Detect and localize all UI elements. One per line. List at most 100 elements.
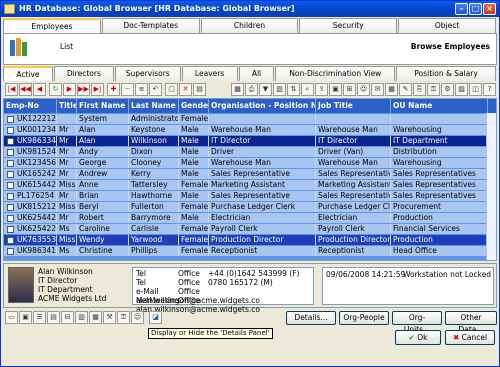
col-last-name[interactable]: Last Name (129, 99, 179, 113)
print-icon[interactable]: ⎙ (245, 83, 258, 96)
key-icon[interactable]: ⚿ (117, 311, 130, 324)
cancel-edit-icon[interactable]: ↶ (149, 83, 162, 96)
row-checkbox[interactable] (7, 182, 14, 189)
details-button[interactable]: Details... (286, 311, 336, 325)
grid-icon[interactable]: ▦ (231, 83, 244, 96)
org-units-button[interactable]: Org-Units... (392, 311, 442, 334)
table-row[interactable]: UK123456 Mr George Clooney Male Warehouse Man… (4, 158, 496, 168)
tab-doc-templates[interactable]: Doc-Templates (101, 18, 200, 33)
col-org-position[interactable]: Organisation - Position Name (209, 99, 316, 113)
row-checkbox[interactable] (7, 127, 14, 134)
insert-icon[interactable]: ✚ (107, 83, 120, 96)
view-icon[interactable]: ◫ (469, 83, 482, 96)
tab-security[interactable]: Security (299, 18, 398, 33)
contact-list[interactable]: Tel Office +44 (0)1642 543999 (F) Tel Offic… (132, 267, 314, 314)
row-checkbox[interactable] (7, 116, 14, 123)
close-button[interactable]: × (483, 3, 496, 15)
table-row[interactable]: UK986334 Mr Alan Wilkinson Male IT Director IT… (4, 136, 496, 146)
col-title[interactable]: Title (57, 99, 77, 113)
copy-icon[interactable]: ▤ (193, 83, 206, 96)
people-icon[interactable]: ☺ (357, 83, 370, 96)
export-icon[interactable]: ⇪ (315, 83, 328, 96)
prev-page-icon[interactable]: ◀◀ (19, 83, 32, 96)
org-people-button[interactable]: Org-People (339, 311, 389, 325)
table-row[interactable]: UK763553 Miss Wendy Yarwood Female Production… (4, 235, 496, 245)
find-icon[interactable]: ⌕ (301, 83, 314, 96)
maximize-button[interactable]: □ (469, 3, 482, 15)
org-chart-icon[interactable]: ⊞ (343, 83, 356, 96)
user-icon[interactable]: ☺ (131, 311, 144, 324)
last-record-icon[interactable]: ▶| (91, 83, 104, 96)
row-checkbox[interactable] (7, 138, 14, 145)
list-icon[interactable]: ☰ (33, 311, 46, 324)
table-row[interactable]: UK165242 Mr Andrew Kerry Male Sales Represent… (4, 169, 496, 179)
tab-all[interactable]: All (238, 66, 275, 81)
minimize-button[interactable]: – (455, 3, 468, 15)
table-row[interactable]: UK001234 Mr Alan Keystone Male Warehouse Man W… (4, 125, 496, 135)
toggle-details-icon[interactable]: ▭ (5, 311, 18, 324)
help-icon[interactable]: ? (483, 83, 496, 96)
settings-icon[interactable]: ⚙ (441, 83, 454, 96)
row-checkbox[interactable] (7, 171, 14, 178)
tree-icon[interactable]: ⊟ (61, 311, 74, 324)
first-record-icon[interactable]: |◀ (5, 83, 18, 96)
table-row[interactable]: UK981524 Mr Andy Dixon Male Driver Driver (Van… (4, 147, 496, 157)
tab-supervisors[interactable]: Supervisors (114, 66, 181, 81)
table-row[interactable]: PL176254 Mr Brian Hawthorne Male Sales Repres… (4, 191, 496, 201)
col-gender[interactable]: Gender (179, 99, 209, 113)
notes-icon[interactable]: ✎ (399, 83, 412, 96)
table-row[interactable]: UK122212 System Administrator Female (4, 114, 496, 124)
col-job-title[interactable]: Job Title (316, 99, 391, 113)
new-doc-icon[interactable]: ▢ (165, 83, 178, 96)
sort-icon[interactable]: ⇅ (287, 83, 300, 96)
panel-icon[interactable]: ▣ (19, 311, 32, 324)
columns-icon[interactable]: ▥ (273, 83, 286, 96)
delete-doc-icon[interactable]: ✕ (179, 83, 192, 96)
tools-icon[interactable]: ⚒ (103, 311, 116, 324)
layout-icon[interactable]: ▨ (455, 83, 468, 96)
row-checkbox[interactable] (7, 215, 14, 222)
lock-icon[interactable]: ⚿ (427, 83, 440, 96)
filter-icon[interactable]: ▼ (259, 83, 272, 96)
chart-icon[interactable]: ▥ (75, 311, 88, 324)
details-panel-icon[interactable]: ◪ (149, 311, 162, 324)
next-record-icon[interactable]: ▶ (63, 83, 76, 96)
other-data-button[interactable]: Other Data... (445, 311, 497, 334)
table-row[interactable]: UK625442 Mr Robert Barrymore Male Electrician… (4, 213, 496, 223)
refresh-icon[interactable]: ↻ (49, 83, 62, 96)
map-icon[interactable]: ▦ (89, 311, 102, 324)
row-checkbox[interactable] (7, 226, 14, 233)
tab-non-discrimination[interactable]: Non-Discrimination View (275, 66, 396, 81)
row-checkbox[interactable] (7, 160, 14, 167)
tab-leavers[interactable]: Leavers (181, 66, 238, 81)
next-page-icon[interactable]: ▶▶ (77, 83, 90, 96)
table-row[interactable]: UK815212 Miss Beryl Fullerton Female Purchase… (4, 202, 496, 212)
table-row[interactable]: UK986341 Ms Christine Phillips Female Recepti… (4, 246, 496, 256)
calendar-icon[interactable]: ▦ (385, 83, 398, 96)
tab-active[interactable]: Active (3, 66, 53, 81)
employee-grid[interactable]: Emp-No Title First Name Last Name Gender… (3, 98, 497, 261)
delete-icon[interactable]: − (121, 83, 134, 96)
col-ou-name[interactable]: OU Name (391, 99, 488, 113)
cancel-button[interactable]: ✖ Cancel (445, 330, 495, 345)
col-first-name[interactable]: First Name (77, 99, 129, 113)
attach-icon[interactable]: ⎘ (413, 83, 426, 96)
row-checkbox[interactable] (7, 193, 14, 200)
tab-position-salary[interactable]: Position & Salary (396, 66, 496, 81)
table-row[interactable]: UK615442 Miss Anne Tattersley Female Marketin… (4, 180, 496, 190)
grid-vertical-scrollbar[interactable] (486, 113, 496, 260)
row-checkbox[interactable] (7, 248, 14, 255)
row-checkbox[interactable] (7, 237, 14, 244)
col-emp-no[interactable]: Emp-No (4, 99, 57, 113)
row-checkbox[interactable] (7, 149, 14, 156)
tab-children[interactable]: Children (200, 18, 299, 33)
prev-record-icon[interactable]: ◀ (33, 83, 46, 96)
email-icon[interactable]: ✉ (371, 83, 384, 96)
row-checkbox[interactable] (7, 204, 14, 211)
table-row[interactable]: UK625422 Ms Caroline Carlisle Female Payroll … (4, 224, 496, 234)
tab-directors[interactable]: Directors (53, 66, 114, 81)
ok-button[interactable]: ✔ Ok (395, 330, 441, 345)
tab-object[interactable]: Object (398, 18, 496, 33)
report-icon[interactable]: ▣ (329, 83, 342, 96)
tab-employees[interactable]: Employees (3, 18, 101, 33)
